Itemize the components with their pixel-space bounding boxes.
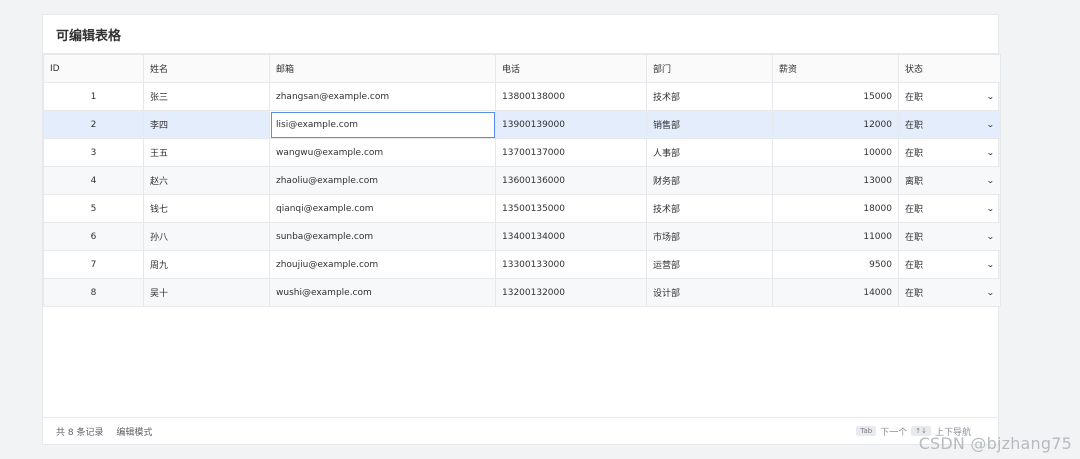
- cell-department[interactable]: 销售部: [646, 110, 773, 139]
- cell-id: 7: [43, 250, 144, 279]
- mode-indicator: 编辑模式: [116, 427, 153, 438]
- cell-id: 8: [43, 278, 144, 307]
- tab-hint: 下一个: [880, 427, 908, 438]
- cell-status-select[interactable]: 在职 ⌄: [898, 110, 1001, 139]
- editable-table: ID 姓名 邮箱 电话 部门 薪资 状态 1 张三 zhangsan@example…: [43, 54, 1001, 307]
- cell-name[interactable]: 王五: [143, 138, 270, 167]
- editable-table-card: 可编辑表格 ID 姓名 邮箱 电话 部门 薪资 状态 1 张三 zhangsan@e…: [42, 14, 1001, 445]
- cell-status-select[interactable]: 在职 ⌄: [898, 82, 1001, 111]
- status-select-value: 在职: [905, 233, 924, 243]
- cell-department[interactable]: 技术部: [646, 82, 773, 111]
- cell-salary[interactable]: 10000: [772, 138, 899, 167]
- cell-salary[interactable]: 13000: [772, 166, 899, 195]
- cell-status-select[interactable]: 在职 ⌄: [898, 250, 1001, 279]
- table-row[interactable]: 7 周九 zhoujiu@example.com 13300133000 运营部 9500…: [43, 250, 1001, 279]
- tab-key-badge: Tab: [856, 426, 877, 436]
- chevron-down-icon[interactable]: ⌄: [986, 288, 995, 297]
- cell-name[interactable]: 孙八: [143, 222, 270, 251]
- cell-phone[interactable]: 13600136000: [495, 166, 647, 195]
- cell-salary[interactable]: 9500: [772, 250, 899, 279]
- status-select-value: 在职: [905, 289, 924, 299]
- cell-phone[interactable]: 13500135000: [495, 194, 647, 223]
- chevron-down-icon[interactable]: ⌄: [986, 260, 995, 269]
- cell-id: 2: [43, 110, 144, 139]
- status-select-value: 在职: [905, 149, 924, 159]
- table-row[interactable]: 5 钱七 qianqi@example.com 13500135000 技术部 18000…: [43, 194, 1001, 223]
- cell-name[interactable]: 张三: [143, 82, 270, 111]
- table-row[interactable]: 2 李四 lisi@example.com 13900139000 销售部 12000 在职…: [43, 110, 1001, 139]
- table-row[interactable]: 3 王五 wangwu@example.com 13700137000 人事部 10000…: [43, 138, 1001, 167]
- cell-status-select[interactable]: 在职 ⌄: [898, 194, 1001, 223]
- cell-name[interactable]: 钱七: [143, 194, 270, 223]
- cell-phone[interactable]: 13300133000: [495, 250, 647, 279]
- cell-phone[interactable]: 13700137000: [495, 138, 647, 167]
- cell-name[interactable]: 周九: [143, 250, 270, 279]
- cell-department[interactable]: 技术部: [646, 194, 773, 223]
- table-footer: 共 8 条记录 编辑模式 Tab 下一个 ↑↓ 上下导航: [43, 417, 998, 444]
- cell-name[interactable]: 李四: [143, 110, 270, 139]
- column-header-salary: 薪资: [772, 54, 899, 83]
- record-count: 共 8 条记录: [56, 427, 104, 438]
- table-row[interactable]: 8 吴十 wushi@example.com 13200132000 设计部 14000 在…: [43, 278, 1001, 307]
- cell-salary[interactable]: 15000: [772, 82, 899, 111]
- cell-department[interactable]: 运营部: [646, 250, 773, 279]
- column-header-name: 姓名: [143, 54, 270, 83]
- cell-department[interactable]: 设计部: [646, 278, 773, 307]
- cell-department[interactable]: 财务部: [646, 166, 773, 195]
- cell-phone[interactable]: 13400134000: [495, 222, 647, 251]
- chevron-down-icon[interactable]: ⌄: [986, 92, 995, 101]
- cell-id: 4: [43, 166, 144, 195]
- cell-salary[interactable]: 18000: [772, 194, 899, 223]
- cell-phone[interactable]: 13800138000: [495, 82, 647, 111]
- cell-salary[interactable]: 12000: [772, 110, 899, 139]
- table-row[interactable]: 1 张三 zhangsan@example.com 13800138000 技术部 150…: [43, 82, 1001, 111]
- cell-salary[interactable]: 14000: [772, 278, 899, 307]
- column-header-email: 邮箱: [269, 54, 496, 83]
- cell-email[interactable]: sunba@example.com: [269, 222, 496, 251]
- cell-id: 6: [43, 222, 144, 251]
- cell-email[interactable]: qianqi@example.com: [269, 194, 496, 223]
- cell-salary[interactable]: 11000: [772, 222, 899, 251]
- cell-email[interactable]: zhoujiu@example.com: [269, 250, 496, 279]
- cell-phone[interactable]: 13200132000: [495, 278, 647, 307]
- chevron-down-icon[interactable]: ⌄: [986, 204, 995, 213]
- chevron-down-icon[interactable]: ⌄: [986, 148, 995, 157]
- chevron-down-icon[interactable]: ⌄: [986, 176, 995, 185]
- cell-status-select[interactable]: 离职 ⌄: [898, 166, 1001, 195]
- column-header-status: 状态: [898, 54, 1001, 83]
- cell-status-select[interactable]: 在职 ⌄: [898, 222, 1001, 251]
- cell-status-select[interactable]: 在职 ⌄: [898, 138, 1001, 167]
- cell-id: 1: [43, 82, 144, 111]
- cell-name[interactable]: 赵六: [143, 166, 270, 195]
- cell-status-select[interactable]: 在职 ⌄: [898, 278, 1001, 307]
- status-select-value: 在职: [905, 121, 924, 131]
- cell-phone[interactable]: 13900139000: [495, 110, 647, 139]
- cell-department[interactable]: 人事部: [646, 138, 773, 167]
- watermark: CSDN @bjzhang75: [918, 434, 1072, 453]
- status-select-value: 在职: [905, 205, 924, 215]
- status-select-value: 在职: [905, 261, 924, 271]
- column-header-phone: 电话: [495, 54, 647, 83]
- table-row[interactable]: 4 赵六 zhaoliu@example.com 13600136000 财务部 1300…: [43, 166, 1001, 195]
- cell-id: 5: [43, 194, 144, 223]
- status-select-value: 在职: [905, 93, 924, 103]
- table-header-row: ID 姓名 邮箱 电话 部门 薪资 状态: [43, 54, 1001, 83]
- column-header-department: 部门: [646, 54, 773, 83]
- cell-email[interactable]: wangwu@example.com: [269, 138, 496, 167]
- cell-email[interactable]: zhangsan@example.com: [269, 82, 496, 111]
- cell-id: 3: [43, 138, 144, 167]
- cell-email[interactable]: lisi@example.com: [269, 110, 496, 139]
- cell-name[interactable]: 吴十: [143, 278, 270, 307]
- cell-email[interactable]: zhaoliu@example.com: [269, 166, 496, 195]
- status-select-value: 离职: [905, 177, 924, 187]
- table-title: 可编辑表格: [43, 15, 998, 54]
- chevron-down-icon[interactable]: ⌄: [986, 232, 995, 241]
- column-header-id: ID: [43, 54, 144, 83]
- cell-department[interactable]: 市场部: [646, 222, 773, 251]
- chevron-down-icon[interactable]: ⌄: [986, 120, 995, 129]
- cell-email[interactable]: wushi@example.com: [269, 278, 496, 307]
- table-row[interactable]: 6 孙八 sunba@example.com 13400134000 市场部 11000 在…: [43, 222, 1001, 251]
